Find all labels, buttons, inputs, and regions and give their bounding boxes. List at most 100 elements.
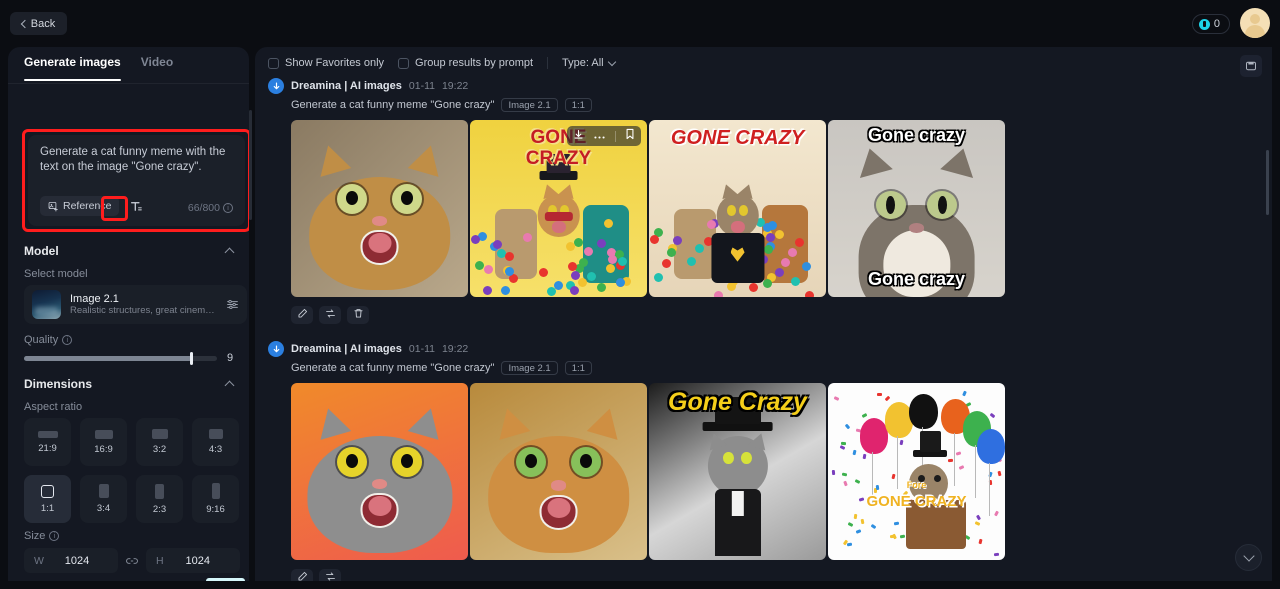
size-label: Size xyxy=(24,530,45,542)
grey-tabby-meme-gone-crazy[interactable]: Gone crazy Gone crazy xyxy=(828,120,1005,297)
aspect-ratio-9-16[interactable]: 9:16 xyxy=(192,475,239,523)
model-section-header[interactable]: Model xyxy=(24,244,233,258)
avatar[interactable] xyxy=(1240,8,1270,38)
show-favorites-checkbox[interactable]: Show Favorites only xyxy=(268,57,384,69)
quality-slider[interactable] xyxy=(24,356,217,361)
cartoon-cat-tshirt-gone-crazy[interactable]: GONE CRAZY xyxy=(649,120,826,297)
pencil-icon xyxy=(297,569,308,581)
text-style-icon xyxy=(130,200,143,213)
size-label-row: Size i xyxy=(24,530,59,542)
ratio-glyph xyxy=(155,484,164,499)
top-bar: Back 0 xyxy=(0,0,1280,47)
result-prompt[interactable]: Generate a cat funny meme "Gone crazy" xyxy=(291,99,494,111)
bookmark-icon[interactable] xyxy=(625,127,635,145)
info-icon[interactable]: i xyxy=(223,203,233,213)
chevron-up-icon[interactable] xyxy=(225,248,235,258)
ratio-glyph xyxy=(38,431,58,438)
result-time: 19:22 xyxy=(442,80,468,92)
avatar-head xyxy=(1250,14,1260,24)
height-value[interactable]: 1024 xyxy=(164,555,240,567)
prompt-input-area[interactable]: Generate a cat funny meme with the text … xyxy=(28,135,245,226)
ginger-cat-screaming-photo[interactable] xyxy=(470,383,647,560)
tab-divider xyxy=(8,83,249,84)
width-field[interactable]: W 1024 xyxy=(24,548,118,573)
sidebar-scrollbar[interactable] xyxy=(249,110,252,220)
model-meta: Image 2.1 Realistic structures, great ci… xyxy=(70,293,217,316)
chevron-up-icon[interactable] xyxy=(225,381,235,391)
more-dots-icon[interactable] xyxy=(593,127,606,145)
result-group-header: Dreamina | AI images 01-11 19:22 xyxy=(268,79,1258,93)
chevron-left-icon xyxy=(21,19,29,27)
ratio-label: 16:9 xyxy=(94,444,113,455)
quality-slider-knob[interactable] xyxy=(190,352,193,365)
height-field[interactable]: H 1024 xyxy=(146,548,240,573)
regenerate-button[interactable] xyxy=(319,569,341,581)
group-by-prompt-checkbox[interactable]: Group results by prompt xyxy=(398,57,533,69)
download-icon[interactable] xyxy=(573,127,584,145)
link-dimensions-button[interactable] xyxy=(124,553,140,569)
char-counter: 66/800 i xyxy=(188,202,233,214)
model-description: Realistic structures, great cinematog... xyxy=(70,305,217,316)
width-value[interactable]: 1024 xyxy=(44,555,118,567)
result-prompt-row: Generate a cat funny meme "Gone crazy" Im… xyxy=(268,361,1258,375)
ratio-label: 3:2 xyxy=(153,444,166,455)
aspect-ratio-2-3[interactable]: 2:3 xyxy=(136,475,183,523)
ratio-label: 9:16 xyxy=(206,504,225,515)
edit-button[interactable] xyxy=(291,306,313,324)
overlay-divider xyxy=(615,131,616,142)
prompt-toolbar: Reference xyxy=(40,196,145,216)
back-label: Back xyxy=(31,18,55,30)
ratio-label: 4:3 xyxy=(209,444,222,455)
checkbox-box[interactable] xyxy=(398,58,409,69)
edit-button[interactable] xyxy=(291,569,313,581)
info-icon[interactable]: i xyxy=(62,335,72,345)
swap-arrows-icon xyxy=(325,306,336,324)
results-scrollbar[interactable] xyxy=(1266,150,1269,215)
credits-badge[interactable]: 0 xyxy=(1192,14,1230,34)
aspect-ratio-4-3[interactable]: 4:3 xyxy=(192,418,239,466)
cartoon-cat-armchair-gone-crazy[interactable]: GONE CRAZY xyxy=(470,120,647,297)
type-filter-dropdown[interactable]: Type: All xyxy=(562,57,615,69)
tuxedo-cat-tophat-gone-crazy[interactable]: Gone Crazy xyxy=(649,383,826,560)
aspect-ratio-grid: 21:9 16:9 3:2 4:3 1:1 3:4 2:3 9:16 xyxy=(24,418,249,523)
aspect-ratio-21-9[interactable]: 21:9 xyxy=(24,418,71,466)
prompt-text[interactable]: Generate a cat funny meme with the text … xyxy=(40,145,233,175)
tab-generate-images[interactable]: Generate images xyxy=(24,47,121,77)
info-icon[interactable]: i xyxy=(49,531,59,541)
delete-button[interactable] xyxy=(347,306,369,324)
group-by-prompt-label: Group results by prompt xyxy=(415,57,533,69)
aspect-ratio-1-1[interactable]: 1:1 xyxy=(24,475,71,523)
result-date: 01-11 xyxy=(409,80,435,92)
screaming-tabby-cat-photo[interactable] xyxy=(291,120,468,297)
ratio-glyph xyxy=(212,483,220,499)
result-prompt[interactable]: Generate a cat funny meme "Gone crazy" xyxy=(291,362,494,374)
ratio-glyph xyxy=(99,484,109,498)
result-image-row: Gone Crazy Fore GONE CRAZY xyxy=(268,383,1258,560)
orange-bg-grey-cat-illustration[interactable] xyxy=(291,383,468,560)
model-name: Image 2.1 xyxy=(70,293,217,305)
quality-value: 9 xyxy=(227,352,233,364)
sidebar-tabs: Generate images Video xyxy=(8,47,249,77)
aspect-ratio-3-2[interactable]: 3:2 xyxy=(136,418,183,466)
panel-layout-icon xyxy=(1245,60,1257,72)
text-style-button[interactable] xyxy=(127,197,145,215)
aspect-ratio-3-4[interactable]: 3:4 xyxy=(80,475,127,523)
checkbox-box[interactable] xyxy=(268,58,279,69)
ratio-label: 1:1 xyxy=(41,503,54,514)
tab-video[interactable]: Video xyxy=(141,47,173,77)
avatar-body xyxy=(1245,25,1265,38)
model-card[interactable]: Image 2.1 Realistic structures, great ci… xyxy=(24,285,247,324)
dimensions-section-header[interactable]: Dimensions xyxy=(24,377,233,391)
sliders-icon[interactable] xyxy=(226,298,239,311)
panel-layout-toggle[interactable] xyxy=(1240,55,1262,77)
aspect-ratio-16-9[interactable]: 16:9 xyxy=(80,418,127,466)
regenerate-button[interactable] xyxy=(319,306,341,324)
scroll-to-bottom-button[interactable] xyxy=(1235,544,1262,571)
try-free-badge: Try free xyxy=(206,578,245,581)
dreamina-logo-icon xyxy=(268,341,284,357)
image-plus-icon xyxy=(48,201,59,212)
back-button[interactable]: Back xyxy=(10,12,67,35)
ratio-glyph xyxy=(209,429,223,439)
balloons-cat-rocking-chair-gone-crazy[interactable]: Fore GONE CRAZY xyxy=(828,383,1005,560)
reference-button[interactable]: Reference xyxy=(40,196,119,216)
